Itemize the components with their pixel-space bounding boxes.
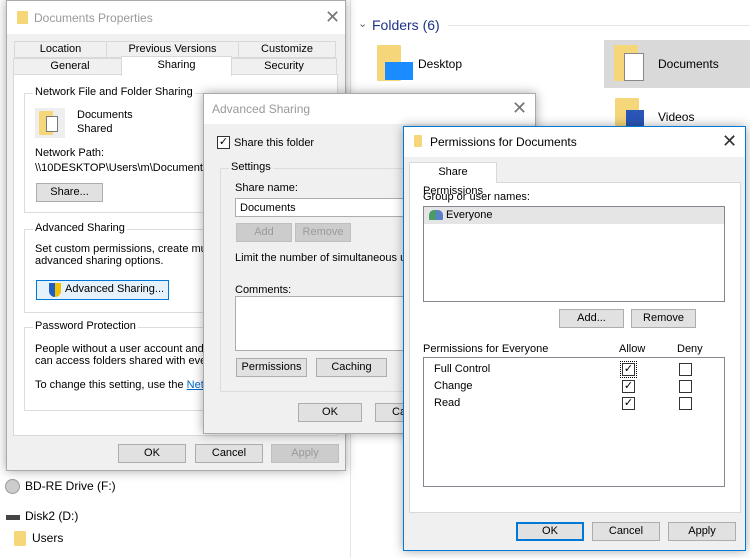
user-list[interactable]: Everyone: [423, 206, 725, 302]
users-group-icon: [429, 210, 443, 220]
network-path-label: Network Path:: [35, 147, 105, 159]
tab-share-permissions[interactable]: Share Permissions: [409, 162, 497, 197]
tab-general[interactable]: General: [13, 58, 127, 75]
tab-customize[interactable]: Customize: [238, 41, 336, 58]
dialog-title: Permissions for Documents: [430, 135, 577, 149]
item-name: Documents: [77, 109, 133, 121]
change-deny-checkbox[interactable]: [679, 380, 692, 393]
permissions-dialog: Permissions for Documents ✕ Share Permis…: [403, 126, 746, 551]
add-button[interactable]: Add...: [559, 309, 624, 328]
title-bar: Permissions for Documents ✕: [404, 127, 745, 157]
apply-button[interactable]: Apply: [668, 522, 736, 541]
folder-desktop[interactable]: Desktop: [372, 42, 482, 86]
drive-icon: [6, 515, 20, 520]
nav-item-disk2[interactable]: Disk2 (D:): [4, 508, 204, 526]
folder-label: Videos: [658, 110, 695, 124]
folder-icon: [414, 135, 422, 147]
folders-section-title[interactable]: Folders (6): [372, 17, 440, 33]
folder-label: Desktop: [418, 57, 463, 71]
full-control-allow-checkbox[interactable]: ✓: [620, 361, 637, 378]
share-folder-checkbox[interactable]: ✓: [217, 136, 230, 149]
caching-button[interactable]: Caching: [316, 358, 387, 377]
remove-button[interactable]: Remove: [295, 223, 351, 242]
change-allow-checkbox[interactable]: ✓: [622, 380, 635, 393]
cancel-button[interactable]: Cancel: [592, 522, 660, 541]
network-path-value: \\10DESKTOP\Users\m\Documents: [35, 162, 209, 174]
folders-chevron-icon[interactable]: ⌄: [358, 17, 367, 30]
close-icon[interactable]: ✕: [722, 132, 737, 150]
folder-documents[interactable]: Documents: [604, 40, 750, 88]
uac-shield-icon: [49, 283, 61, 297]
add-button[interactable]: Add: [236, 223, 292, 242]
nav-item-bd-re-drive[interactable]: BD-RE Drive (F:): [4, 478, 204, 496]
permissions-button[interactable]: Permissions: [236, 358, 307, 377]
close-icon[interactable]: ✕: [325, 8, 340, 26]
ok-button[interactable]: OK: [118, 444, 186, 463]
tab-sharing[interactable]: Sharing: [121, 56, 232, 76]
folder-videos[interactable]: Videos: [612, 96, 750, 126]
ok-button[interactable]: OK: [298, 403, 362, 422]
advanced-sharing-button[interactable]: Advanced Sharing...: [36, 280, 169, 300]
nav-item-users[interactable]: Users: [12, 530, 212, 548]
documents-icon: [35, 108, 65, 138]
tab-location[interactable]: Location: [14, 41, 107, 58]
title-bar: Advanced Sharing ✕: [204, 94, 535, 124]
ok-button[interactable]: OK: [516, 522, 584, 541]
permissions-list: Full Control ✓ Change ✓ Read ✓: [423, 357, 725, 487]
share-button[interactable]: Share...: [36, 183, 103, 202]
folder-label: Documents: [658, 57, 719, 71]
folder-icon: [14, 531, 26, 546]
tab-security[interactable]: Security: [231, 58, 337, 75]
close-icon[interactable]: ✕: [512, 99, 527, 117]
read-deny-checkbox[interactable]: [679, 397, 692, 410]
read-allow-checkbox[interactable]: ✓: [622, 397, 635, 410]
item-status: Shared: [77, 123, 113, 135]
remove-button[interactable]: Remove: [631, 309, 696, 328]
full-control-deny-checkbox[interactable]: [679, 363, 692, 376]
optical-drive-icon: [5, 479, 20, 494]
share-folder-label: Share this folder: [234, 137, 315, 149]
title-bar: Documents Properties ✕: [7, 1, 345, 34]
apply-button[interactable]: Apply: [271, 444, 339, 463]
cancel-button[interactable]: Cancel: [195, 444, 263, 463]
list-item-everyone[interactable]: Everyone: [424, 207, 724, 224]
window-title: Documents Properties: [34, 11, 153, 25]
folder-icon: [17, 11, 28, 24]
dialog-title: Advanced Sharing: [212, 102, 311, 116]
